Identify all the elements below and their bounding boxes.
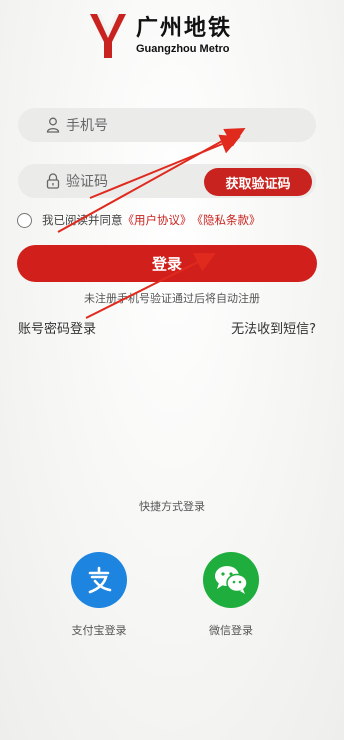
- lock-icon: [46, 173, 60, 189]
- agreement-prefix: 我已阅读并同意: [42, 213, 123, 227]
- quick-login-title: 快捷方式登录: [139, 500, 205, 513]
- agreement-checkbox[interactable]: [17, 212, 32, 228]
- phone-placeholder: 手机号: [66, 118, 108, 134]
- privacy-policy-link[interactable]: 《隐私条款》: [192, 212, 261, 228]
- auto-register-hint: 未注册手机号验证通过后将自动注册: [84, 292, 260, 305]
- brand-name-en: Guangzhou Metro: [136, 42, 230, 55]
- code-field[interactable]: 验证码 获取验证码: [18, 164, 316, 198]
- wechat-login[interactable]: 微信登录: [191, 552, 271, 638]
- alipay-login[interactable]: 支付宝登录: [59, 552, 139, 638]
- user-agreement-link[interactable]: 《用户协议》: [123, 212, 192, 228]
- cannot-receive-sms-link[interactable]: 无法收到短信?: [231, 318, 316, 337]
- alipay-icon[interactable]: [71, 552, 127, 608]
- alipay-label: 支付宝登录: [71, 624, 127, 637]
- brand-name-cn: 广州地铁: [136, 15, 233, 41]
- code-placeholder: 验证码: [66, 174, 108, 190]
- user-icon: [46, 117, 60, 133]
- brand-logo: 广州地铁 Guangzhou Metro: [88, 10, 232, 62]
- alipay-glyph-icon: [88, 566, 112, 594]
- agreement-row: 我已阅读并同意 《用户协议》 《隐私条款》: [17, 212, 261, 228]
- phone-field[interactable]: 手机号: [18, 108, 316, 142]
- login-button[interactable]: 登录: [17, 245, 317, 282]
- password-login-link[interactable]: 账号密码登录: [18, 318, 96, 337]
- wechat-glyph-icon: [215, 566, 248, 594]
- metro-logo-icon: [90, 14, 126, 58]
- wechat-label: 微信登录: [209, 624, 253, 637]
- get-code-button[interactable]: 获取验证码: [204, 168, 312, 196]
- wechat-icon[interactable]: [203, 552, 259, 608]
